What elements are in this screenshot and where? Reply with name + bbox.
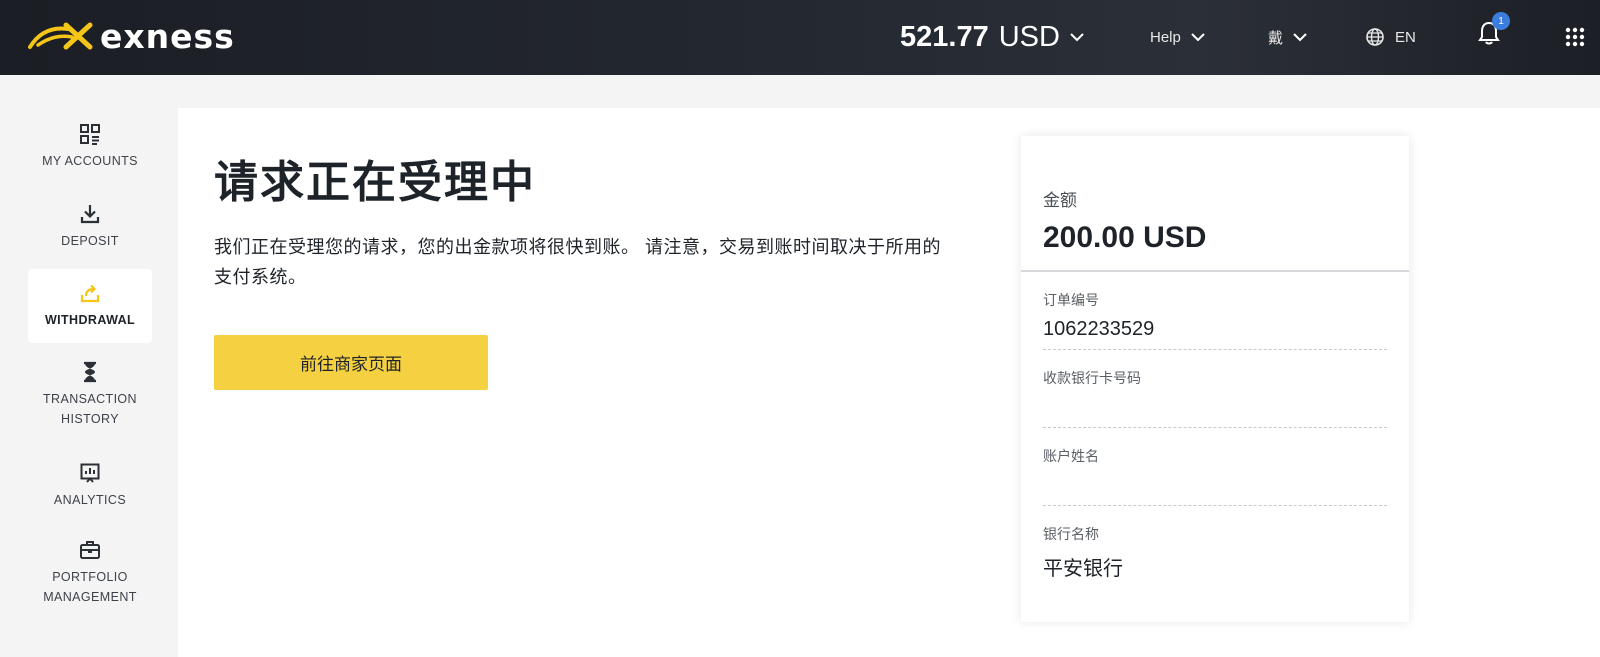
apps-menu-button[interactable] (1565, 22, 1585, 52)
receipt-field-order-number: 订单编号 1062233529 (1043, 272, 1387, 350)
field-label: 银行名称 (1043, 526, 1099, 542)
chevron-down-icon (1070, 33, 1084, 42)
sidebar-item-label-line2: MANAGEMENT (43, 590, 137, 604)
page-title: 请求正在受理中 (214, 158, 536, 207)
withdrawal-receipt-card: 金额 200.00 USD 订单编号 1062233529 收款银行卡号码 账户… (1021, 136, 1409, 622)
sidebar-item-deposit[interactable]: DEPOSIT (28, 190, 152, 264)
balance-amount: 521.77 (900, 20, 989, 53)
help-label: Help (1150, 28, 1181, 46)
account-balance-dropdown[interactable]: 521.77 USD (900, 15, 1084, 59)
sidebar-item-withdrawal[interactable]: WITHDRAWAL (28, 269, 152, 343)
sidebar-item-portfolio-management[interactable]: PORTFOLIO MANAGEMENT (28, 527, 152, 619)
sidebar-item-analytics[interactable]: ANALYTICS (28, 449, 152, 523)
sidebar-item-label: MY ACCOUNTS (42, 154, 138, 168)
hourglass-icon (84, 361, 96, 383)
go-to-merchant-page-button[interactable]: 前往商家页面 (214, 335, 488, 390)
logo-text: exness (100, 16, 235, 56)
notification-count-badge: 1 (1492, 12, 1510, 30)
notifications-button[interactable]: 1 (1478, 12, 1510, 48)
briefcase-icon (80, 541, 100, 559)
chevron-down-icon (1293, 33, 1307, 42)
sidebar-item-my-accounts[interactable]: MY ACCOUNTS (28, 110, 152, 184)
sidebar-navigation: MY ACCOUNTS DEPOSIT WITHDRAWAL TRANSACTI… (0, 75, 178, 657)
sidebar-item-transaction-history[interactable]: TRANSACTION HISTORY (28, 349, 152, 441)
receipt-amount-section: 金额 200.00 USD (1021, 136, 1409, 272)
chevron-down-icon (1191, 33, 1205, 42)
user-menu[interactable]: 戴 (1268, 22, 1307, 52)
receipt-field-bank-name: 银行名称 平安银行 (1043, 506, 1387, 584)
globe-icon (1366, 28, 1384, 46)
receipt-field-account-name: 账户姓名 (1043, 428, 1387, 506)
sidebar-item-label-line1: TRANSACTION (43, 392, 137, 406)
download-icon (80, 205, 100, 224)
sidebar-item-label-line2: HISTORY (61, 412, 119, 426)
user-name: 戴 (1268, 29, 1284, 47)
status-description: 我们正在受理您的请求，您的出金款项将很快到账。 请注意，交易到账时间取决于所用的… (214, 237, 941, 287)
language-label: EN (1395, 28, 1416, 46)
sidebar-item-label: ANALYTICS (53, 493, 127, 507)
accounts-grid-icon (80, 124, 100, 145)
sidebar-item-label-line1: PORTFOLIO (52, 570, 128, 584)
field-value: 1062233529 (1043, 318, 1155, 340)
main-content: 请求正在受理中 我们正在受理您的请求，您的出金款项将很快到账。 请注意，交易到账… (178, 108, 1600, 657)
field-value: 平安银行 (1043, 558, 1123, 580)
field-label: 账户姓名 (1043, 448, 1099, 464)
help-menu[interactable]: Help (1150, 22, 1205, 52)
receipt-field-card-number: 收款银行卡号码 (1043, 350, 1387, 428)
exness-logo[interactable]: exness (28, 14, 235, 58)
language-selector[interactable]: EN (1365, 22, 1416, 52)
exness-logo-mark-icon (28, 22, 93, 50)
amount-value: 200.00 USD (1043, 221, 1207, 254)
top-navigation-bar: exness 521.77 USD Help 戴 EN 1 (0, 0, 1600, 75)
sidebar-item-label: DEPOSIT (61, 234, 119, 248)
withdraw-icon (80, 284, 100, 303)
field-label: 收款银行卡号码 (1043, 370, 1141, 386)
apps-grid-icon (1565, 27, 1585, 47)
amount-label: 金额 (1043, 191, 1077, 210)
balance-currency: USD (998, 20, 1060, 53)
sidebar-item-label: WITHDRAWAL (44, 313, 136, 327)
field-label: 订单编号 (1043, 292, 1099, 308)
analytics-icon (80, 463, 100, 483)
